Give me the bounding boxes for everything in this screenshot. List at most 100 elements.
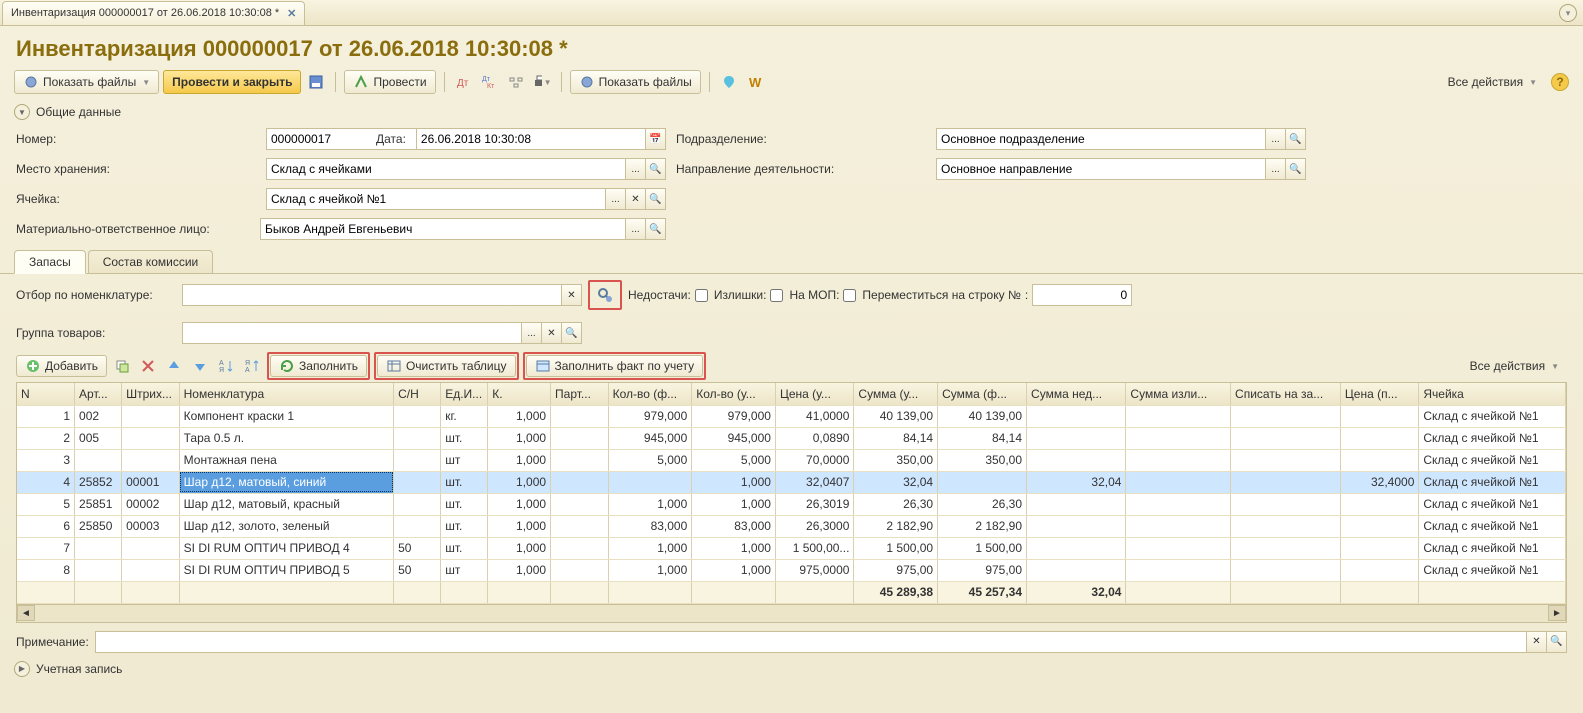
table-cell[interactable] [551,405,609,427]
general-section-header[interactable]: ▼ Общие данные [0,100,1583,124]
table-cell[interactable]: 945,000 [608,427,692,449]
horizontal-scrollbar[interactable]: ◄ ► [17,604,1566,622]
table-cell[interactable] [394,515,441,537]
table-cell[interactable]: 1,000 [488,449,551,471]
table-cell[interactable] [551,537,609,559]
clear-icon[interactable]: ✕ [1527,631,1547,653]
select-icon[interactable]: ... [626,218,646,240]
table-cell[interactable]: 975,0000 [775,559,853,581]
table-cell[interactable]: 8 [17,559,75,581]
table-cell[interactable] [1340,493,1418,515]
table-cell[interactable]: 84,14 [854,427,938,449]
table-cell[interactable]: Склад с ячейкой №1 [1419,559,1566,581]
table-cell[interactable] [1231,559,1341,581]
table-cell[interactable]: шт [441,559,488,581]
table-cell[interactable] [1027,515,1126,537]
table-cell[interactable]: 005 [75,427,122,449]
sort-desc-icon[interactable]: ЯА [241,355,263,377]
table-cell[interactable]: 1,000 [692,559,776,581]
table-cell[interactable]: 41,0000 [775,405,853,427]
table-cell[interactable] [1027,449,1126,471]
table-cell[interactable] [1340,559,1418,581]
table-cell[interactable]: 83,000 [608,515,692,537]
sort-asc-icon[interactable]: АЯ [215,355,237,377]
search-icon[interactable]: 🔍 [1547,631,1567,653]
table-cell[interactable]: 26,30 [854,493,938,515]
table-cell[interactable] [1340,537,1418,559]
show-files-button-2[interactable]: Показать файлы [570,70,701,94]
search-icon[interactable]: 🔍 [646,218,666,240]
table-cell[interactable]: кг. [441,405,488,427]
table-cell[interactable]: 1,000 [692,471,776,493]
column-header[interactable]: Кол-во (ф... [608,383,692,405]
table-cell[interactable]: 0,0890 [775,427,853,449]
table-cell[interactable]: 1 500,00... [775,537,853,559]
table-cell[interactable] [122,427,180,449]
table-cell[interactable] [1231,537,1341,559]
table-cell[interactable] [1231,515,1341,537]
table-cell[interactable] [122,449,180,471]
column-header[interactable]: Списать на за... [1231,383,1341,405]
save-icon[interactable] [305,71,327,93]
table-row[interactable]: 62585000003Шар д12, золото, зеленыйшт.1,… [17,515,1566,537]
delete-row-icon[interactable] [137,355,159,377]
table-cell[interactable]: 2 182,90 [854,515,938,537]
apply-filter-icon[interactable] [591,283,619,307]
add-row-button[interactable]: Добавить [16,355,107,377]
table-cell[interactable]: 50 [394,559,441,581]
table-cell[interactable]: 1,000 [488,537,551,559]
column-header[interactable]: Кол-во (у... [692,383,776,405]
table-cell[interactable]: 26,3000 [775,515,853,537]
column-header[interactable]: Цена (у... [775,383,853,405]
document-tab[interactable]: Инвентаризация 000000017 от 26.06.2018 1… [2,1,305,25]
table-cell[interactable] [1340,515,1418,537]
table-cell[interactable]: 32,04 [854,471,938,493]
table-cell[interactable]: 1,000 [488,471,551,493]
table-cell[interactable]: 5,000 [608,449,692,471]
table-cell[interactable] [1126,471,1231,493]
table-cell[interactable]: 83,000 [692,515,776,537]
mol-input[interactable] [260,218,626,240]
collapse-panel-icon[interactable]: ▾ [1559,4,1577,22]
table-cell[interactable]: 3 [17,449,75,471]
table-cell[interactable] [1027,427,1126,449]
table-cell[interactable]: 1,000 [488,493,551,515]
column-header[interactable]: Сумма (ф... [938,383,1027,405]
table-cell[interactable] [551,471,609,493]
table-cell[interactable] [1027,493,1126,515]
clear-icon[interactable]: ✕ [542,322,562,344]
table-cell[interactable] [1126,427,1231,449]
column-header[interactable]: Номенклатура [179,383,393,405]
table-cell[interactable] [1231,471,1341,493]
table-cell[interactable]: 975,00 [854,559,938,581]
column-header[interactable]: N [17,383,75,405]
fill-fact-button[interactable]: Заполнить факт по учету [526,355,704,377]
table-cell[interactable] [1231,449,1341,471]
table-cell[interactable]: 979,000 [608,405,692,427]
all-actions-button[interactable]: Все действия ▼ [1440,70,1545,94]
fill-button[interactable]: Заполнить [270,355,367,377]
table-cell[interactable]: Компонент краски 1 [179,405,393,427]
column-header[interactable]: Сумма нед... [1027,383,1126,405]
post-and-close-button[interactable]: Провести и закрыть [163,70,301,94]
table-cell[interactable]: 975,00 [938,559,1027,581]
table-cell[interactable]: Шар д12, матовый, красный [179,493,393,515]
table-cell[interactable] [1126,449,1231,471]
table-cell[interactable]: SI DI RUM ОПТИЧ ПРИВОД 5 [179,559,393,581]
table-cell[interactable]: шт. [441,493,488,515]
table-row[interactable]: 7SI DI RUM ОПТИЧ ПРИВОД 450шт.1,0001,000… [17,537,1566,559]
column-header[interactable]: С/Н [394,383,441,405]
print-icon[interactable]: ▼ [531,71,553,93]
table-cell[interactable]: 00003 [122,515,180,537]
table-cell[interactable]: 84,14 [938,427,1027,449]
table-cell[interactable]: Склад с ячейкой №1 [1419,427,1566,449]
table-cell[interactable]: 50 [394,537,441,559]
close-icon[interactable]: ✕ [287,7,296,20]
table-cell[interactable]: 7 [17,537,75,559]
on-mol-checkbox[interactable] [843,289,856,302]
table-cell[interactable]: 4 [17,471,75,493]
table-cell[interactable]: Склад с ячейкой №1 [1419,405,1566,427]
move-up-icon[interactable] [163,355,185,377]
table-cell[interactable] [551,449,609,471]
table-cell[interactable]: 1 500,00 [854,537,938,559]
